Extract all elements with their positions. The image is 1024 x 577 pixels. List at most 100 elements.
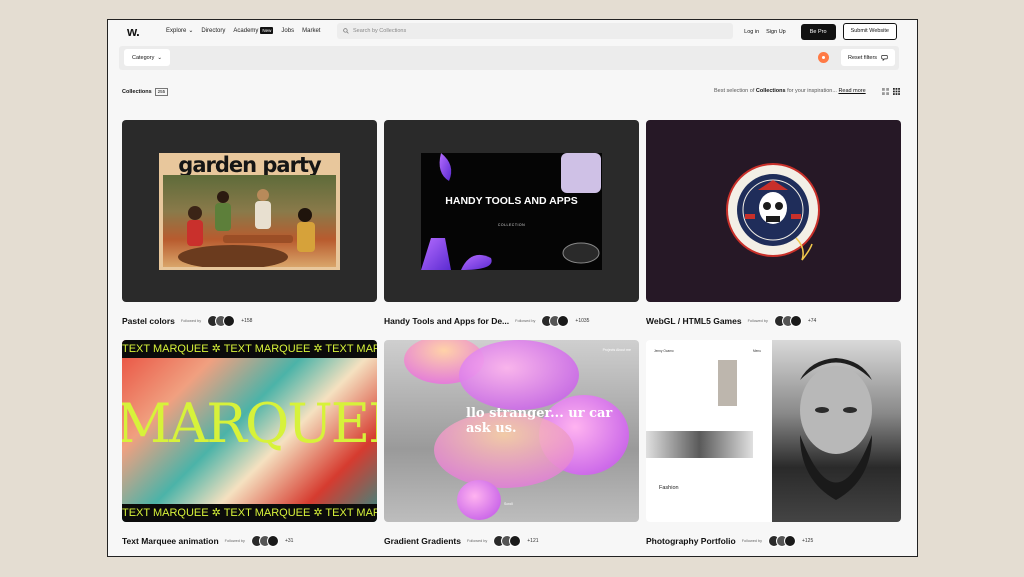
reset-filters-button[interactable]: Reset filters xyxy=(841,49,896,66)
nav-link-academy[interactable]: Academy New xyxy=(233,27,274,34)
submit-website-button[interactable]: Submit Website xyxy=(842,23,897,40)
card-caption: Photography Portfolio Followed by +125 xyxy=(646,535,901,547)
follower-count: +1035 xyxy=(575,318,590,324)
follower-avatars xyxy=(207,315,236,327)
followed-by-label: Followed by xyxy=(515,319,536,323)
category-dropdown[interactable]: Category ⌄ xyxy=(124,49,170,66)
chat-bubble-icon xyxy=(881,55,888,61)
best-selection-text: Best selection of Collections for your i… xyxy=(714,88,866,94)
thumbnail-title: HANDY TOOLS AND APPS xyxy=(445,195,578,207)
followed-by-label: Followed by xyxy=(224,539,245,543)
card-caption: Gradient Gradients Followed by +121 xyxy=(384,535,639,547)
follower-count: +31 xyxy=(284,538,294,544)
thumbnail-title: garden party xyxy=(178,153,321,177)
card-title[interactable]: Photography Portfolio xyxy=(646,536,736,546)
nav-link-directory[interactable]: Directory xyxy=(201,27,225,34)
new-badge: New xyxy=(260,27,274,34)
avatar xyxy=(266,535,279,547)
reset-label: Reset filters xyxy=(848,54,878,61)
portrait-photo xyxy=(772,340,901,522)
card-title[interactable]: Handy Tools and Apps for De... xyxy=(384,316,509,326)
marquee-strip-bottom: TEXT MARQUEE ✲ TEXT MARQUEE ✲ TEXT MARQU… xyxy=(122,504,377,522)
eyes-photo xyxy=(646,431,753,458)
follower-count: +74 xyxy=(807,318,817,324)
thumbnail-menu: Menu xyxy=(753,349,761,353)
follower-count: +158 xyxy=(241,318,253,324)
nav-links: Explore ⌄ Directory Academy New Jobs Marke… xyxy=(166,27,320,34)
card-caption: WebGL / HTML5 Games Followed by +74 xyxy=(646,315,901,327)
card-title[interactable]: Pastel colors xyxy=(122,316,175,326)
active-filter-indicator[interactable] xyxy=(818,52,829,63)
follower-count: +125 xyxy=(801,538,814,544)
avatar xyxy=(789,315,802,327)
read-more-link[interactable]: Read more xyxy=(838,88,865,94)
collections-count: 255 xyxy=(154,88,169,96)
follower-avatars xyxy=(767,535,796,547)
account-actions: Log in Sign Up Be Pro Submit Website xyxy=(744,23,897,40)
nav-link-market[interactable]: Market xyxy=(302,27,320,34)
best-prefix: Best selection of xyxy=(714,88,756,94)
view-toggle xyxy=(882,88,900,95)
nav-link-jobs[interactable]: Jobs xyxy=(281,27,294,34)
grid-view-icon[interactable] xyxy=(882,88,889,95)
thumbnail-nav: Projects About me xyxy=(602,348,631,352)
party-photo xyxy=(163,175,336,269)
followed-by-label: Followed by xyxy=(467,539,488,543)
logo[interactable]: w. xyxy=(127,24,140,39)
avatar xyxy=(557,315,570,327)
marquee-big-text: MARQUEE xyxy=(122,392,377,455)
nav-link-label: Academy xyxy=(233,27,259,34)
thumbnail-subtitle: COLLECTION xyxy=(497,223,526,227)
followed-by-label: Followed by xyxy=(747,319,768,323)
top-navigation: w. Explore ⌄ Directory Academy New Jobs Ma… xyxy=(108,20,917,42)
be-pro-button[interactable]: Be Pro xyxy=(800,23,836,40)
card-title[interactable]: Text Marquee animation xyxy=(122,536,219,546)
thumbnail-poster: HANDY TOOLS AND APPS COLLECTION xyxy=(421,153,602,270)
follower-avatars xyxy=(250,535,279,547)
avatar xyxy=(223,315,236,327)
search-icon xyxy=(343,28,349,34)
avatar xyxy=(783,535,796,547)
collection-thumbnail[interactable]: garden party xyxy=(122,120,377,302)
browser-page: w. Explore ⌄ Directory Academy New Jobs Ma… xyxy=(107,19,918,557)
best-bold: Collections xyxy=(755,88,786,94)
signup-link[interactable]: Sign Up xyxy=(766,29,786,35)
card-title[interactable]: Gradient Gradients xyxy=(384,536,461,546)
chevron-down-icon: ⌄ xyxy=(157,54,162,61)
collection-thumbnail[interactable]: Jenny Ocamo Menu Fashion xyxy=(646,340,901,522)
filter-bar: Category ⌄ Reset filters xyxy=(119,46,899,70)
card-caption: Text Marquee animation Followed by +31 xyxy=(122,535,377,547)
card-caption: Handy Tools and Apps for De... Followed … xyxy=(384,315,639,327)
collections-heading: Collections 255 xyxy=(122,88,169,96)
thumbnail-poster: garden party xyxy=(159,153,340,270)
followed-by-label: Followed by xyxy=(180,319,202,323)
card-caption: Pastel colors Followed by +158 xyxy=(122,315,377,327)
nav-link-explore[interactable]: Explore ⌄ xyxy=(166,27,194,35)
search-input[interactable]: Search by Collections xyxy=(337,23,733,39)
login-link[interactable]: Log in xyxy=(744,29,759,35)
collection-thumbnail[interactable] xyxy=(646,120,901,302)
best-suffix: for your inspiration... xyxy=(785,88,837,94)
followed-by-label: Followed by xyxy=(741,539,762,543)
collections-label: Collections xyxy=(122,89,152,95)
avatar xyxy=(509,535,522,547)
follower-count: +121 xyxy=(527,538,539,544)
collection-thumbnail[interactable]: Projects About me llo stranger... ur car… xyxy=(384,340,639,522)
thumbnail-category: Fashion xyxy=(659,485,679,491)
marquee-strip-top: TEXT MARQUEE ✲ TEXT MARQUEE ✲ TEXT MARQU… xyxy=(122,340,377,358)
dense-grid-view-icon[interactable] xyxy=(893,88,900,95)
follower-avatars xyxy=(773,315,802,327)
thumbnail-scroll: Scroll xyxy=(504,502,513,506)
category-label: Category xyxy=(132,54,155,61)
search-placeholder: Search by Collections xyxy=(353,28,407,34)
collection-thumbnail[interactable]: HANDY TOOLS AND APPS COLLECTION xyxy=(384,120,639,302)
follower-avatars xyxy=(541,315,570,327)
chevron-down-icon: ⌄ xyxy=(188,28,194,34)
nav-link-label: Explore xyxy=(166,27,187,34)
collection-thumbnail[interactable]: TEXT MARQUEE ✲ TEXT MARQUEE ✲ TEXT MARQU… xyxy=(122,340,377,522)
follower-avatars xyxy=(493,535,522,547)
card-title[interactable]: WebGL / HTML5 Games xyxy=(646,316,742,326)
thumbnail-name: Jenny Ocamo xyxy=(654,349,674,353)
skull-badge-illustration xyxy=(726,163,820,261)
thumbnail-title: llo stranger... ur car ask us. xyxy=(466,406,613,436)
